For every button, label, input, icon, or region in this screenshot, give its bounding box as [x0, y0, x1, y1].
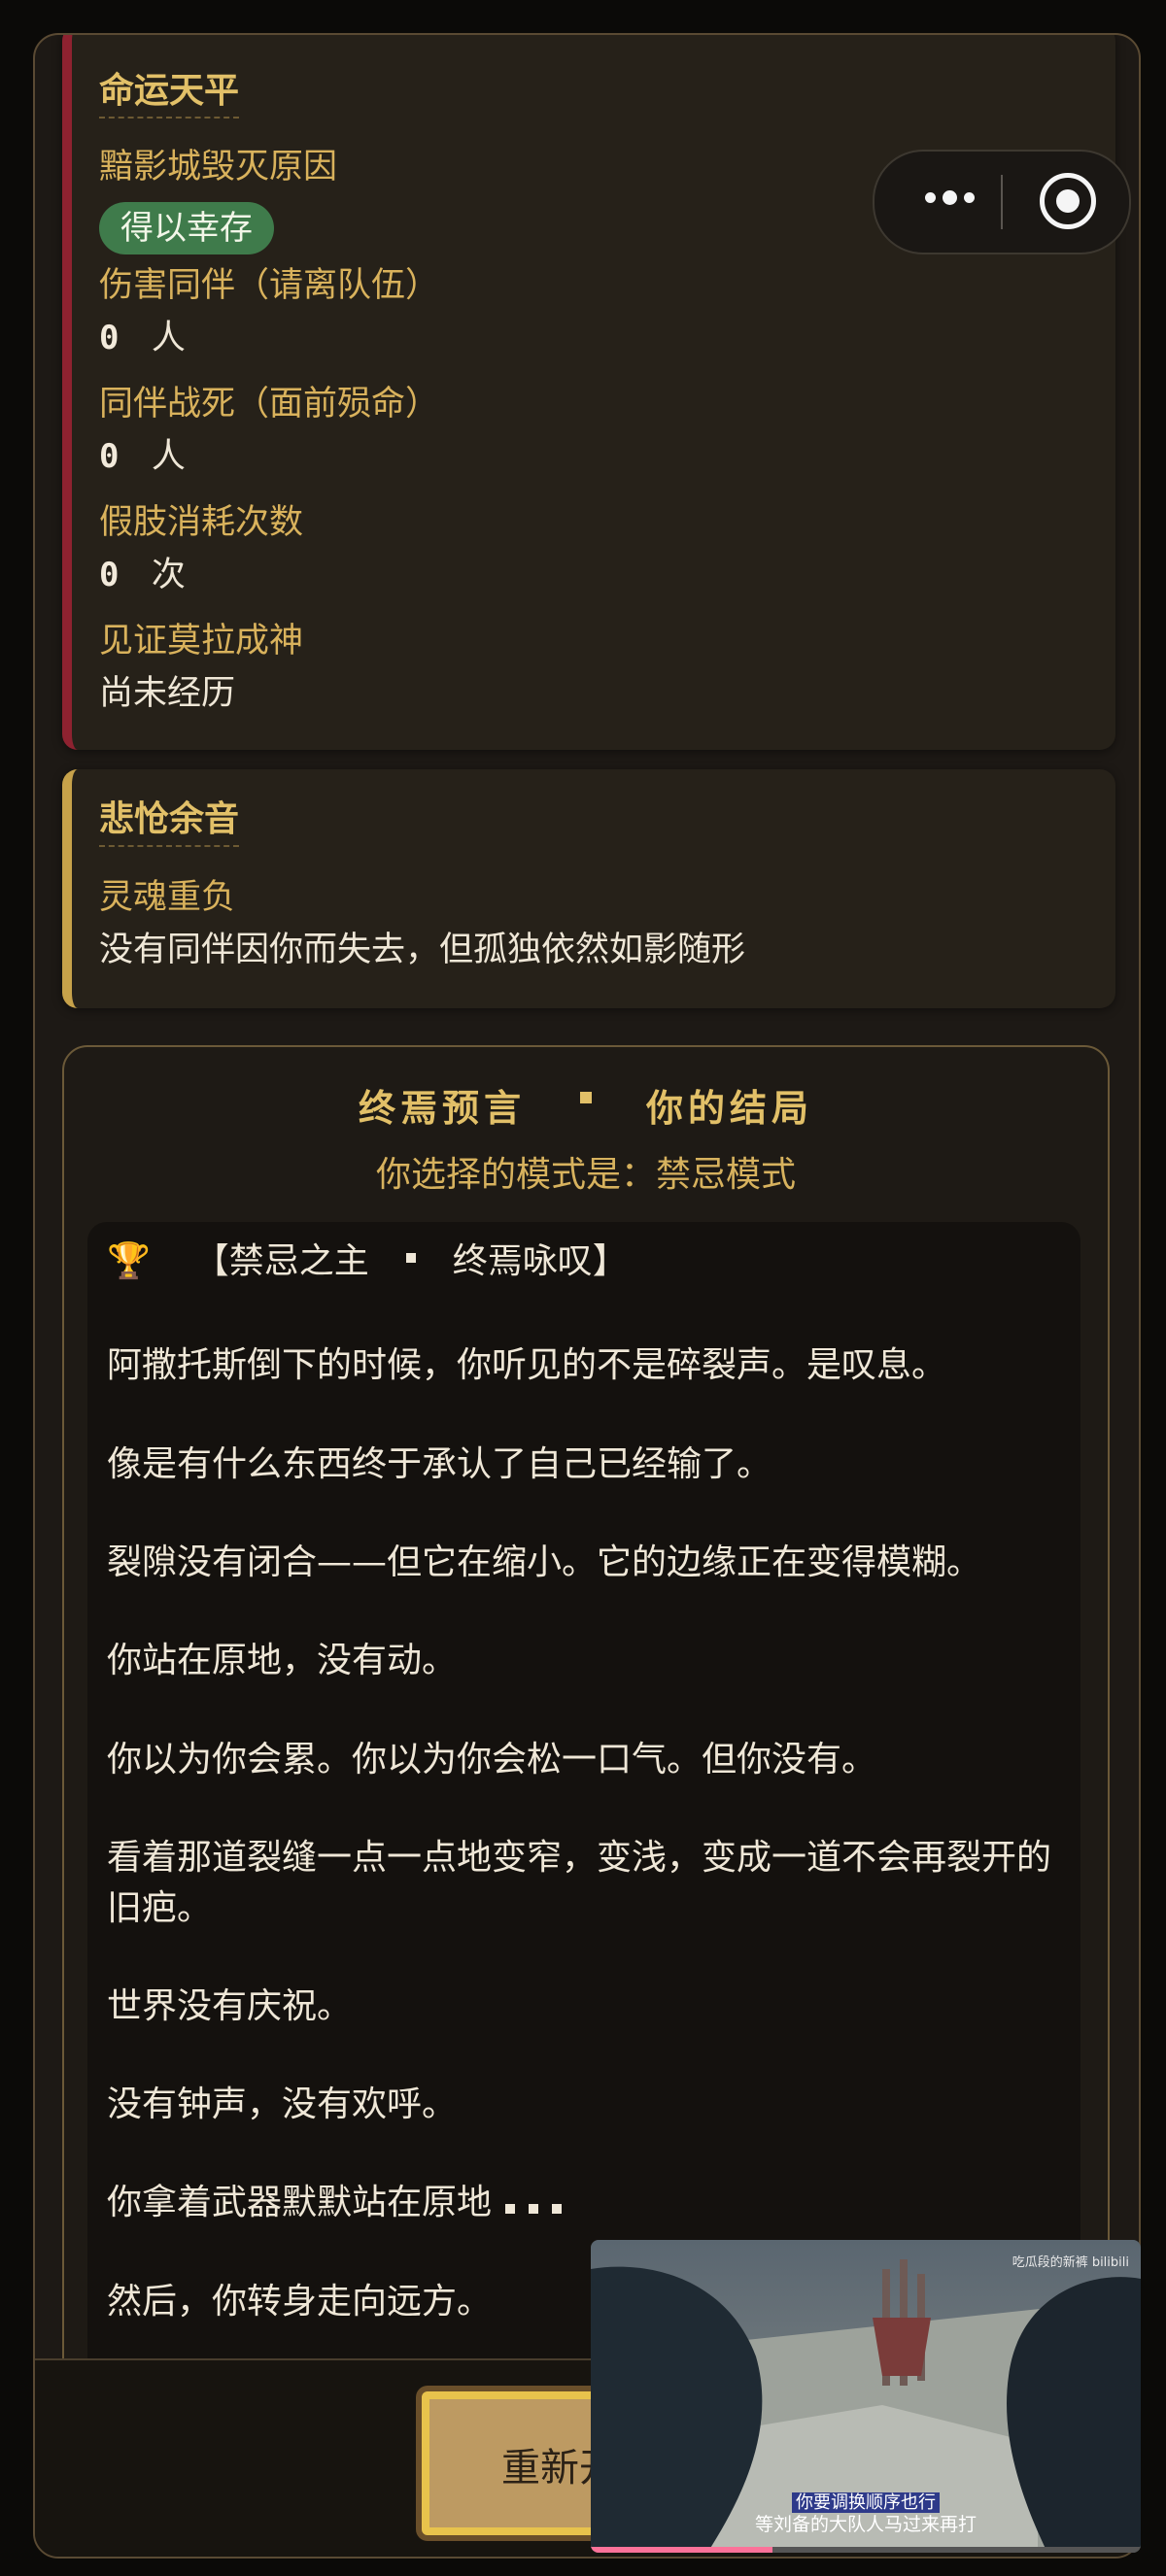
story-paragraph: 看着那道裂缝一点一点地变窄，变浅，变成一道不会再裂开的旧疤。: [107, 1838, 1052, 1928]
sorrow-echo-card: 悲怆余音 灵魂重负 没有同伴因你而失去，但孤独依然如影随形: [62, 769, 1115, 1008]
ending-heading: 🏆 【禁忌之主 终焉咏叹】: [107, 1236, 628, 1288]
field-label-soul-burden: 灵魂重负: [99, 878, 236, 917]
field-value-companions-died: 0 人: [99, 437, 186, 476]
echo-title: 悲怆余音: [99, 798, 240, 847]
field-label-companions-died: 同伴战死（面前殒命）: [99, 385, 440, 424]
fate-title: 命运天平: [99, 70, 240, 119]
field-label-city-fate: 黯影城毁灭原因: [99, 148, 338, 186]
field-label-harm-companions: 伤害同伴（请离队伍）: [99, 266, 440, 305]
ending-title: 终焉预言 你的结局: [358, 1087, 814, 1130]
more-dots-icon[interactable]: [925, 190, 975, 205]
video-progress-bar[interactable]: [591, 2547, 1141, 2553]
title-separator: [580, 1091, 592, 1103]
game-panel: 命运天平 黯影城毁灭原因 得以幸存 伤害同伴（请离队伍） 0 人 同伴战死（面前…: [33, 33, 1141, 2559]
mode-text: 你选择的模式是：禁忌模式: [375, 1155, 796, 1195]
target-icon[interactable]: [1040, 173, 1096, 229]
heading-separator: [405, 1253, 416, 1263]
survived-badge: 得以幸存: [99, 202, 274, 254]
field-label-prosthetic-uses: 假肢消耗次数: [99, 503, 304, 542]
fate-scale-card: 命运天平 黯影城毁灭原因 得以幸存 伤害同伴（请离队伍） 0 人 同伴战死（面前…: [62, 35, 1115, 750]
story-paragraph: 阿撒托斯倒下的时候，你听见的不是碎裂声。是叹息。: [107, 1345, 947, 1385]
miniprogram-capsule: [873, 150, 1131, 254]
story-paragraph: 你站在原地，没有动。: [107, 1641, 458, 1680]
story-paragraph: 像是有什么东西终于承认了自己已经输了。: [107, 1444, 772, 1484]
story-paragraph: 没有钟声，没有欢呼。: [107, 2085, 458, 2124]
trophy-icon: 🏆: [107, 1241, 151, 1281]
video-brand: 吃瓜段的新裤 bilibili: [1012, 2255, 1129, 2270]
field-value-witness-mora: 尚未经历: [99, 674, 236, 713]
field-value-soul-burden: 没有同伴因你而失去，但孤独依然如影随形: [99, 931, 746, 969]
capsule-divider: [1001, 175, 1003, 229]
video-progress-fill: [591, 2547, 772, 2553]
field-value-harm-companions: 0 人: [99, 319, 186, 357]
floating-video-window[interactable]: 吃瓜段的新裤 bilibili 你要调换顺序也行 等刘备的大队人马过来再打: [591, 2240, 1141, 2553]
field-label-witness-mora: 见证莫拉成神: [99, 622, 304, 661]
story-paragraph: 你以为你会累。你以为你会松一口气。但你没有。: [107, 1740, 877, 1779]
story-paragraph: 你拿着武器默默站在原地: [107, 2178, 1069, 2228]
story-paragraph: 裂隙没有闭合——但它在缩小。它的边缘正在变得模糊。: [107, 1542, 982, 1582]
video-subtitle-bottom: 等刘备的大队人马过来再打: [754, 2514, 977, 2535]
story-paragraph: 世界没有庆祝。: [107, 1986, 353, 2026]
field-value-prosthetic-uses: 0 次: [99, 556, 186, 594]
